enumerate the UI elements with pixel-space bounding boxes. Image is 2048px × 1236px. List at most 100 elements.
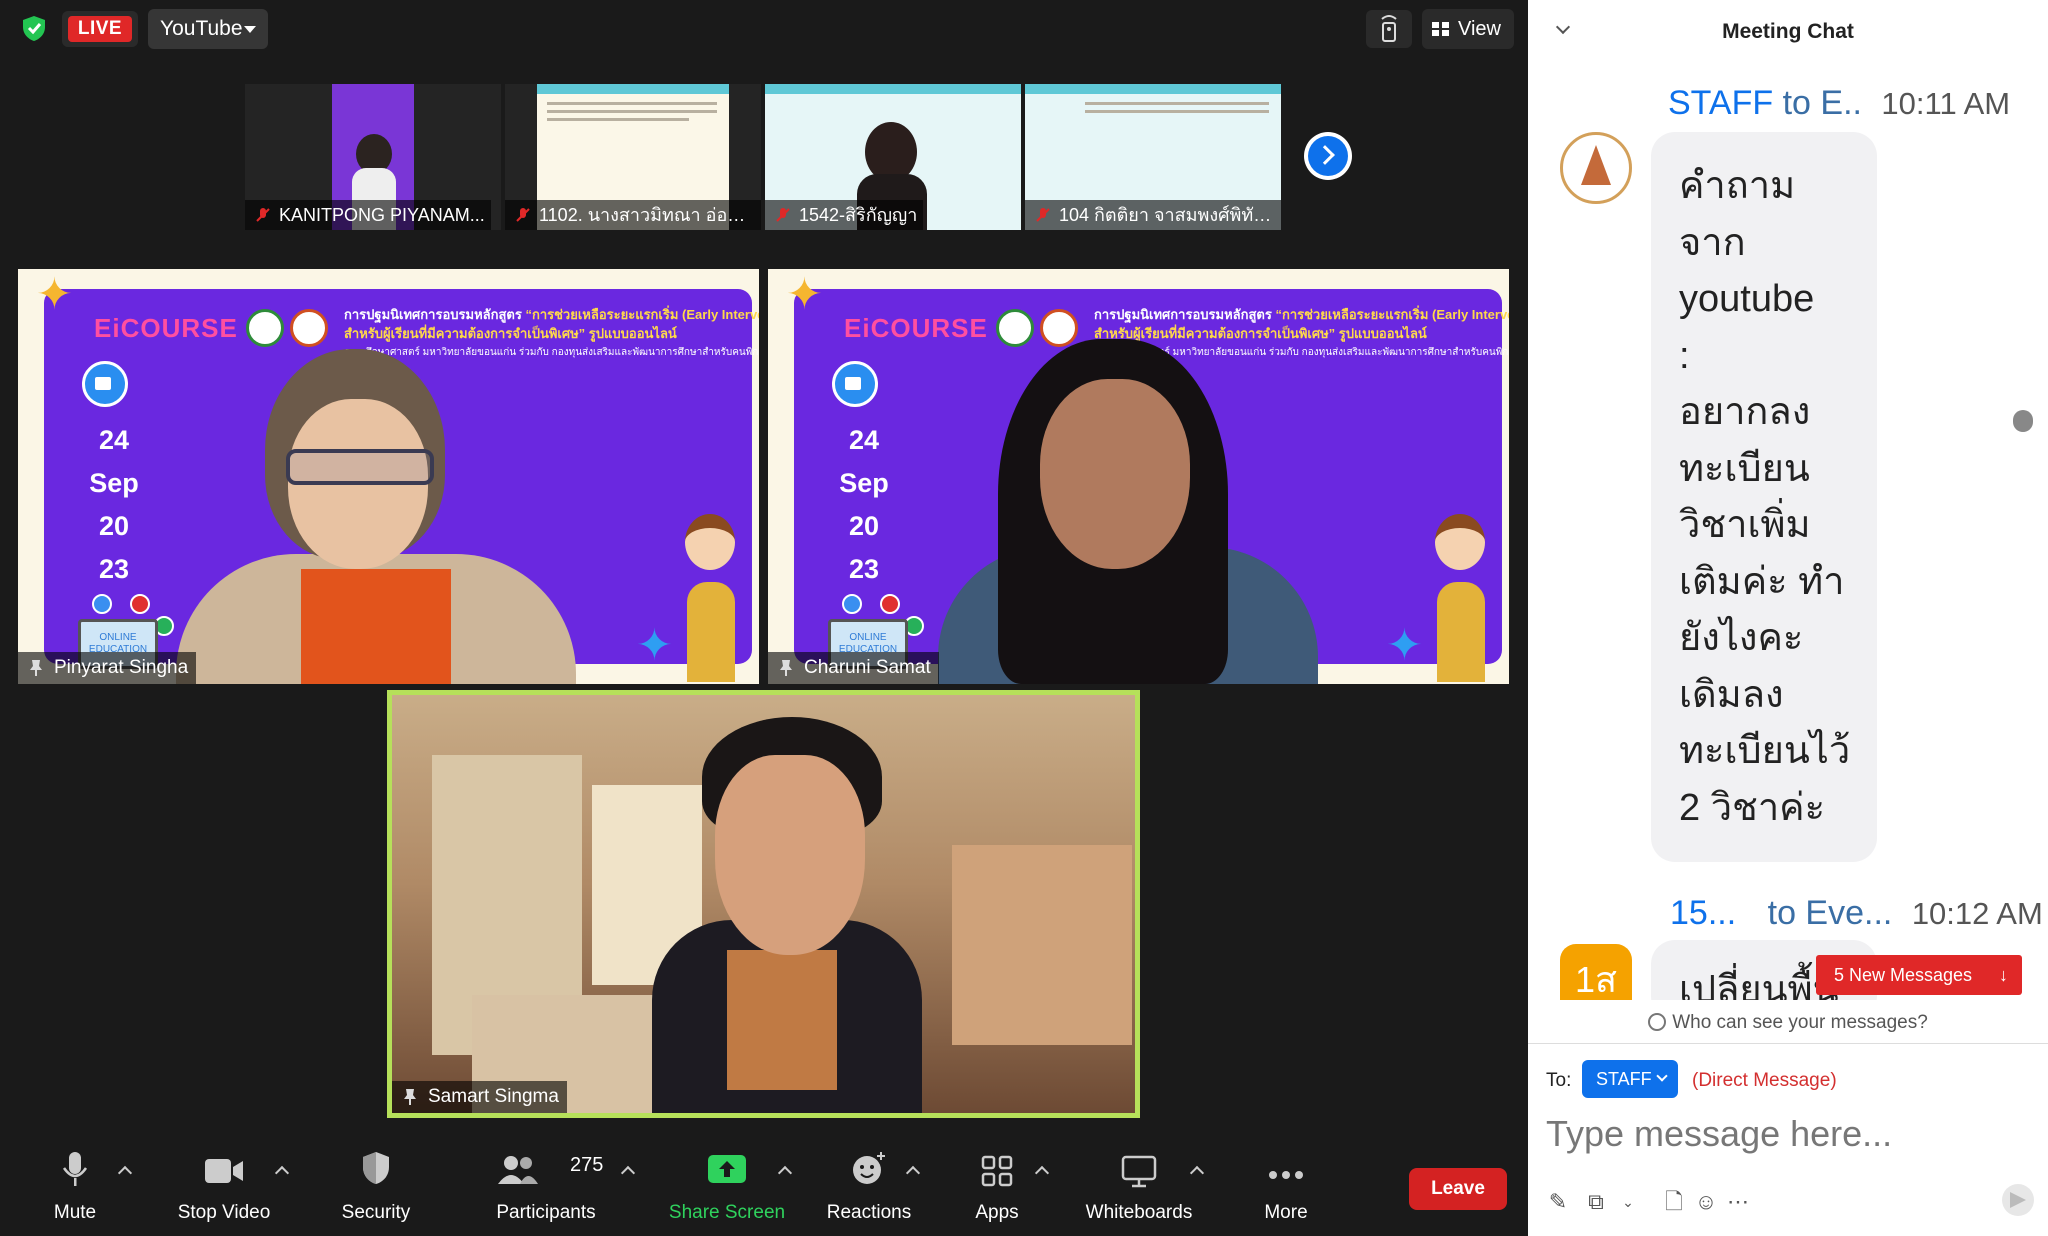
participants-count: 275 xyxy=(570,1154,604,1176)
security-button[interactable]: Security xyxy=(336,1140,416,1236)
next-page-button[interactable] xyxy=(1304,132,1352,180)
participant-name: 104 กิตติยา จาสมพงศ์พิทักษ์ xyxy=(1025,200,1281,230)
more-options-icon[interactable]: ⋯ xyxy=(1726,1190,1750,1214)
screenshot-icon[interactable]: ⧉ xyxy=(1584,1190,1608,1214)
pin-icon xyxy=(30,660,42,676)
meeting-area: LIVE YouTube View KANITPONG PIYANAM... 1… xyxy=(0,0,1528,1236)
message-time: 10:12 AM xyxy=(1911,896,2043,931)
participant-name-label: Pinyarat Singha xyxy=(18,652,197,684)
view-button[interactable]: View xyxy=(1422,9,1514,49)
message-header: STAFF to E.. 10:11 AM xyxy=(1668,84,2010,123)
apps-options-caret[interactable] xyxy=(1034,1165,1050,1181)
encryption-shield-icon[interactable] xyxy=(20,14,48,42)
more-button[interactable]: More xyxy=(1252,1140,1320,1236)
meeting-toolbar: Mute Stop Video Security 275 Participant… xyxy=(0,1140,1528,1236)
stop-video-button[interactable]: Stop Video xyxy=(172,1140,276,1236)
chat-header: Meeting Chat xyxy=(1528,0,2048,64)
leave-button[interactable]: Leave xyxy=(1409,1168,1507,1210)
zoom-window: LIVE YouTube View KANITPONG PIYANAM... 1… xyxy=(0,0,2048,1236)
chat-scrollbar-thumb[interactable] xyxy=(2013,410,2033,432)
faculty-seal-icon xyxy=(1040,309,1078,347)
divider xyxy=(1528,1043,2048,1044)
participants-icon xyxy=(498,1156,538,1184)
participant-name-label: Charuni Samat xyxy=(768,652,939,684)
mic-muted-icon xyxy=(516,208,530,222)
compose-toolbar: ✎ ⧉ ⌄ 🗋 ☺ ⋯ xyxy=(1528,1180,2048,1224)
stream-target-dropdown[interactable]: YouTube xyxy=(148,9,268,49)
format-text-icon[interactable]: ✎ xyxy=(1546,1190,1570,1214)
chevron-right-icon xyxy=(1315,145,1335,165)
message-visibility-link[interactable]: Who can see your messages? xyxy=(1528,1003,2048,1043)
slide-logo: EiCOURSE xyxy=(844,313,988,343)
audio-options-caret[interactable] xyxy=(117,1165,133,1181)
message-recipient[interactable]: to Eve... xyxy=(1768,894,1893,932)
sparkle-icon: ✦ xyxy=(1386,621,1423,670)
message-input[interactable] xyxy=(1546,1108,2026,1160)
emoji-icon[interactable]: ☺ xyxy=(1694,1190,1718,1214)
reactions-button[interactable]: Reactions xyxy=(824,1140,914,1236)
apps-icon xyxy=(981,1155,1013,1187)
participants-options-caret[interactable] xyxy=(620,1165,636,1181)
message-sender[interactable]: 15... xyxy=(1670,894,1736,932)
message-recipient[interactable]: to E.. xyxy=(1783,84,1862,122)
remote-control-button[interactable] xyxy=(1366,10,1412,48)
avatar[interactable]: 1ส xyxy=(1560,944,1632,1000)
message-text: คำถาม จาก youtube : อยากลง ทะเบียน วิชาเ… xyxy=(1679,165,1851,829)
security-shield-icon xyxy=(363,1152,389,1184)
university-seal-icon xyxy=(996,309,1034,347)
video-tile-pinyarat[interactable]: EiCOURSE การปฐมนิเทศการอบรมหลักสูตร “การ… xyxy=(18,269,759,684)
participant-thumbnail[interactable]: 1542-สิริกัญญา xyxy=(765,84,1021,230)
slide-date: 24 Sep 20 23 xyxy=(839,425,889,584)
view-label: View xyxy=(1458,18,1501,40)
microphone-icon xyxy=(62,1152,88,1186)
caret-down-icon xyxy=(244,26,256,33)
participant-name: 1102. นางสาวมิทณา อ่อนนิ่ม xyxy=(505,200,761,230)
sparkle-icon: ✦ xyxy=(636,621,673,670)
message-sender[interactable]: STAFF xyxy=(1668,84,1773,122)
message-bubble[interactable]: คำถาม จาก youtube : อยากลง ทะเบียน วิชาเ… xyxy=(1651,132,1877,862)
chevron-down-icon[interactable]: ⌄ xyxy=(1616,1190,1640,1214)
apps-button[interactable]: Apps xyxy=(962,1140,1032,1236)
file-icon[interactable]: 🗋 xyxy=(1662,1190,1686,1214)
remote-icon xyxy=(1381,15,1397,42)
participant-name-label: Samart Singma xyxy=(392,1081,567,1113)
pin-icon xyxy=(780,660,792,676)
message-text: เปลี่ยนพื้น xyxy=(1679,969,1839,1000)
video-options-caret[interactable] xyxy=(274,1165,290,1181)
video-camera-icon xyxy=(832,361,878,407)
more-dots-icon xyxy=(1269,1171,1303,1179)
share-screen-button[interactable]: Share Screen xyxy=(668,1140,786,1236)
new-messages-button[interactable]: 5 New Messages ↓ xyxy=(1816,955,2022,995)
whiteboard-icon xyxy=(1121,1155,1157,1188)
send-button[interactable] xyxy=(2002,1184,2034,1216)
message-header: 15... to Eve... 10:12 AM xyxy=(1670,894,2043,933)
chat-messages[interactable]: STAFF to E.. 10:11 AM คำถาม จาก youtube … xyxy=(1528,64,2048,1000)
pin-icon xyxy=(404,1089,416,1105)
video-tile-charuni[interactable]: EiCOURSE การปฐมนิเทศการอบรมหลักสูตร “การ… xyxy=(768,269,1509,684)
mute-button[interactable]: Mute xyxy=(40,1140,110,1236)
to-label: To: xyxy=(1546,1070,1572,1091)
video-tile-samart-active-speaker[interactable]: Samart Singma xyxy=(387,690,1140,1118)
slide-date: 24 Sep 20 23 xyxy=(89,425,139,584)
participant-thumbnail[interactable]: 1102. นางสาวมิทณา อ่อนนิ่ม xyxy=(505,84,761,230)
top-bar: LIVE YouTube View xyxy=(0,0,1528,56)
mic-muted-icon xyxy=(776,208,790,222)
participant-thumbnail[interactable]: KANITPONG PIYANAM... xyxy=(245,84,501,230)
participant-thumbnail[interactable]: 104 กิตติยา จาสมพงศ์พิทักษ์ xyxy=(1025,84,1281,230)
share-screen-icon xyxy=(708,1155,746,1183)
mic-muted-icon xyxy=(256,208,270,222)
university-seal-icon xyxy=(246,309,284,347)
mic-muted-icon xyxy=(1036,208,1050,222)
live-badge[interactable]: LIVE xyxy=(62,11,138,47)
participant-name: 1542-สิริกัญญา xyxy=(765,200,924,230)
video-camera-icon xyxy=(82,361,128,407)
chevron-down-icon xyxy=(1656,1070,1668,1082)
whiteboards-button[interactable]: Whiteboards xyxy=(1080,1140,1198,1236)
meeting-chat-panel: Meeting Chat STAFF to E.. 10:11 AM คำถาม… xyxy=(1528,0,2048,1236)
faculty-seal-icon xyxy=(290,309,328,347)
avatar[interactable] xyxy=(1560,132,1632,204)
cartoon-girl-illustration xyxy=(675,494,749,684)
person-eye-icon xyxy=(1648,1013,1667,1031)
recipient-dropdown[interactable]: STAFF xyxy=(1582,1060,1678,1098)
participants-button[interactable]: 275 Participants xyxy=(492,1140,604,1236)
